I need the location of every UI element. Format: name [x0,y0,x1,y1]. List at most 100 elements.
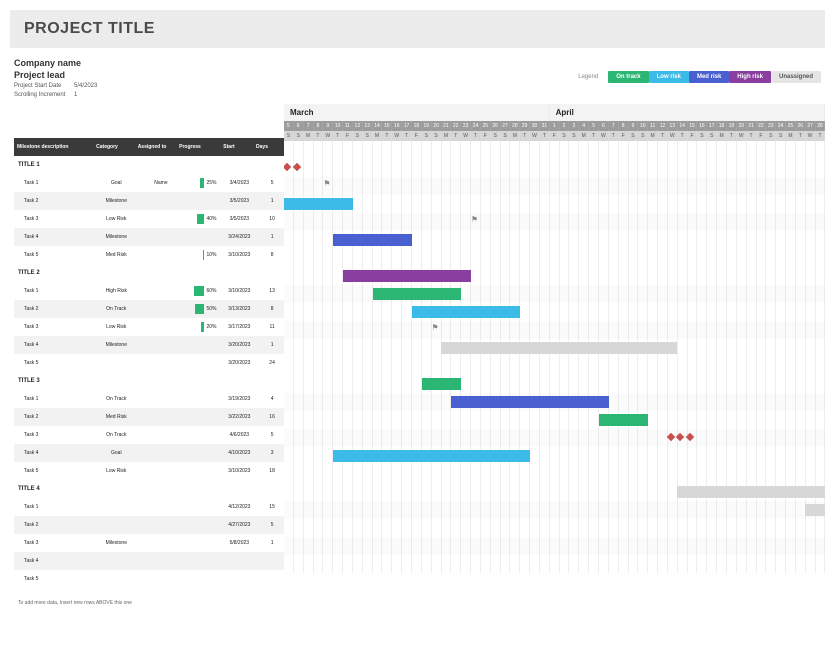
task-category: On Track [91,396,141,402]
task-category: Milestone [91,342,141,348]
flag-icon: ⚑ [471,215,478,224]
task-category: Milestone [91,234,141,240]
task-start: 3/5/2023 [219,198,261,204]
gantt-row [284,267,825,285]
task-category: Low Risk [91,468,141,474]
table-row: Task 4 [14,552,284,570]
month-March: March [284,104,550,121]
task-category: Med Risk [91,252,141,258]
gantt-chart: MarchApril 56789101112131415161718192021… [284,104,825,606]
task-progress: 20% [181,322,219,332]
legend-pill-3: High risk [729,71,771,83]
task-progress: 60% [181,286,219,296]
task-days: 8 [260,252,284,258]
table-row: Task 4Milestone3/24/20231 [14,228,284,246]
task-days: 15 [260,504,284,510]
gantt-bar[interactable] [441,342,677,354]
task-days: 8 [260,306,284,312]
gantt-bar[interactable] [677,486,825,498]
task-days: 18 [260,468,284,474]
month-April: April [550,104,825,121]
milestone-marker [676,433,684,441]
milestone-marker [284,163,291,171]
task-start: 3/5/2023 [219,216,261,222]
gantt-row [284,537,825,555]
table-row: Task 4Goal4/10/20233 [14,444,284,462]
task-category: High Risk [91,288,141,294]
table-row: Task 14/12/202315 [14,498,284,516]
table-header: Milestone description Category Assigned … [14,138,284,156]
gantt-bar[interactable] [343,270,471,282]
task-start: 3/4/2023 [219,180,261,186]
task-days: 5 [260,432,284,438]
task-name: Task 3 [14,324,91,330]
page-title: PROJECT TITLE [24,20,811,38]
gantt-row [284,195,825,213]
legend: Legend On trackLow riskMed riskHigh risk… [578,74,821,80]
gantt-bar[interactable] [373,288,462,300]
gantt-bar[interactable] [805,504,825,516]
task-table: Milestone description Category Assigned … [14,104,284,606]
section-title: TITLE 1 [14,156,284,174]
task-name: Task 5 [14,468,91,474]
task-start: 3/10/2023 [219,252,261,258]
meta-value-0: 5/4/2023 [74,83,97,89]
task-category: Low Risk [91,324,141,330]
task-name: Task 1 [14,288,91,294]
table-row: Task 2Med Risk3/22/202316 [14,408,284,426]
gantt-bar[interactable] [333,234,412,246]
legend-label: Legend [578,74,598,80]
task-start: 4/10/2023 [219,450,261,456]
project-meta: Company name Project lead Project Start … [14,56,284,98]
task-start: 3/22/2023 [219,414,261,420]
table-row: Task 1GoalName25%3/4/20235 [14,174,284,192]
task-name: Task 3 [14,216,91,222]
task-days: 4 [260,396,284,402]
gantt-row [284,483,825,501]
task-days: 13 [260,288,284,294]
task-category: Milestone [91,540,141,546]
task-days: 10 [260,216,284,222]
task-category: Med Risk [91,414,141,420]
task-days: 1 [260,342,284,348]
table-row: Task 3On Track4/6/20235 [14,426,284,444]
table-row: Task 5 [14,570,284,588]
table-row: Task 2Milestone3/5/20231 [14,192,284,210]
gantt-bar[interactable] [422,378,461,390]
task-name: Task 4 [14,234,91,240]
gantt-row [284,285,825,303]
task-progress: 50% [181,304,219,314]
task-start: 3/13/2023 [219,306,261,312]
task-start: 3/24/2023 [219,234,261,240]
col-cat: Category [82,138,132,156]
task-start: 5/8/2023 [219,540,261,546]
milestone-marker [666,433,674,441]
task-days: 1 [260,540,284,546]
col-desc: Milestone description [14,138,82,156]
task-name: Task 2 [14,198,91,204]
gantt-bar[interactable] [284,198,353,210]
task-start: 4/12/2023 [219,504,261,510]
task-name: Task 1 [14,180,91,186]
gantt-row: ⚑ [284,321,825,339]
meta-label-1: Scrolling Increment [14,92,74,98]
gantt-bar[interactable] [412,306,520,318]
gantt-row [284,519,825,537]
flag-icon: ⚑ [432,323,439,332]
table-row: Task 53/20/202324 [14,354,284,372]
table-row: Task 5Low Risk 3/10/202318 [14,462,284,480]
task-name: Task 3 [14,432,91,438]
task-start: 3/20/2023 [219,360,261,366]
task-name: Task 2 [14,306,91,312]
gantt-bar[interactable] [599,414,648,426]
task-days: 3 [260,450,284,456]
flag-icon: ⚑ [323,179,330,188]
gantt-row [284,231,825,249]
task-name: Task 5 [14,576,91,582]
task-days: 5 [260,522,284,528]
legend-pill-1: Low risk [649,71,689,83]
gantt-bar[interactable] [333,450,530,462]
task-start: 3/10/2023 [219,468,261,474]
table-row: Task 1High Risk60%3/10/202313 [14,282,284,300]
gantt-bar[interactable] [451,396,608,408]
